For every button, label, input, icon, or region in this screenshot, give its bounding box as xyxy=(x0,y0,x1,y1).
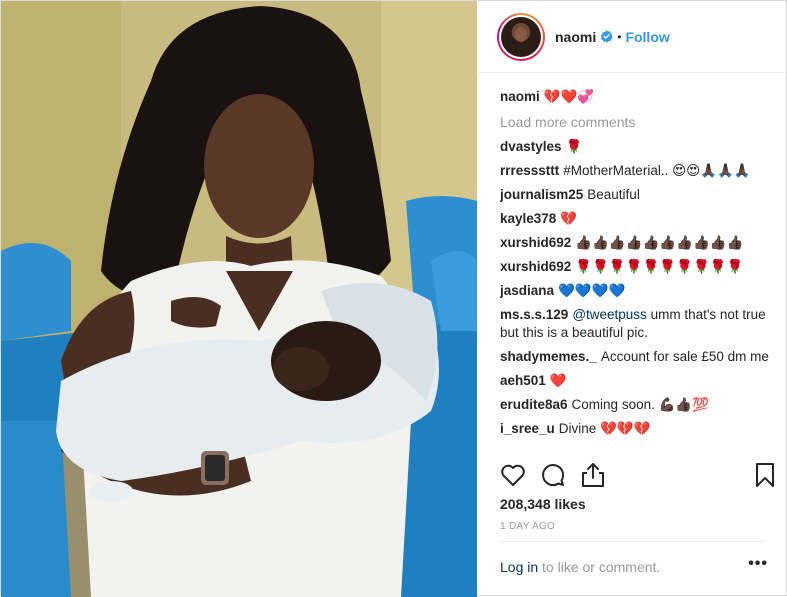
comment-username[interactable]: rrresssttt xyxy=(500,163,559,178)
heart-icon[interactable] xyxy=(499,461,527,489)
comment-username[interactable]: erudite8a6 xyxy=(500,397,568,412)
comment-item: erudite8a6 Coming soon. 💪🏿👍🏿💯 xyxy=(500,396,776,414)
post-caption: naomi 💔❤️💞 xyxy=(500,88,776,106)
post-side-panel: naomi • Follow naomi 💔❤️💞 Load more comme… xyxy=(478,1,787,597)
header-separator: • xyxy=(617,29,622,44)
follow-button[interactable]: Follow xyxy=(625,29,669,45)
avatar-border xyxy=(499,14,543,59)
comment-text: Divine 💔💔💔 xyxy=(558,421,651,436)
login-link[interactable]: Log in xyxy=(500,559,538,575)
more-options-icon[interactable]: ••• xyxy=(748,555,768,573)
comment-text: 💙💙💙💙 xyxy=(558,283,626,298)
comment-icon[interactable] xyxy=(539,461,567,489)
comment-username[interactable]: i_sree_u xyxy=(500,421,555,436)
comment-item: kayle378 💔 xyxy=(500,210,776,228)
comment-item: shadymemes._ Account for sale £50 dm me xyxy=(500,348,776,366)
login-prompt: Log in to like or comment. ••• xyxy=(500,555,768,575)
comment-text: #MotherMaterial.. 😍😍🙏🏿🙏🏿🙏🏿 xyxy=(563,163,751,178)
comment-text: 👍🏿👍🏿👍🏿👍🏿👍🏿👍🏿👍🏿👍🏿👍🏿👍🏿 xyxy=(575,235,744,250)
comment-username[interactable]: kayle378 xyxy=(500,211,556,226)
comment-username[interactable]: ms.s.s.129 xyxy=(500,307,568,322)
load-more-comments-button[interactable]: Load more comments xyxy=(500,114,776,130)
comment-text: 🌹🌹🌹🌹🌹🌹🌹🌹🌹🌹 xyxy=(575,259,744,274)
comment-item: journalism25 Beautiful xyxy=(500,186,776,204)
post-photo[interactable] xyxy=(1,1,477,597)
comment-item: jasdiana 💙💙💙💙 xyxy=(500,282,776,300)
comment-text: Account for sale £50 dm me xyxy=(600,349,769,364)
comment-username[interactable]: shadymemes._ xyxy=(500,349,597,364)
comment-text: Beautiful xyxy=(587,187,640,202)
caption-username[interactable]: naomi xyxy=(500,89,540,104)
comments-section[interactable]: naomi 💔❤️💞 Load more comments dvastyles 🌹 … xyxy=(500,83,776,445)
comment-username[interactable]: aeh501 xyxy=(500,373,546,388)
comment-item: xurshid692 🌹🌹🌹🌹🌹🌹🌹🌹🌹🌹 xyxy=(500,258,776,276)
divider xyxy=(500,541,766,542)
bookmark-icon[interactable] xyxy=(751,461,779,489)
mother-and-baby-photo xyxy=(1,1,477,597)
comment-username[interactable]: xurshid692 xyxy=(500,235,571,250)
comment-item: i_sree_u Divine 💔💔💔 xyxy=(500,420,776,438)
comment-username[interactable]: jasdiana xyxy=(500,283,554,298)
comment-username[interactable]: dvastyles xyxy=(500,139,562,154)
comment-item: xurshid692 👍🏿👍🏿👍🏿👍🏿👍🏿👍🏿👍🏿👍🏿👍🏿👍🏿 xyxy=(500,234,776,252)
share-icon[interactable] xyxy=(579,461,607,489)
header-username[interactable]: naomi xyxy=(555,29,596,45)
instagram-post: naomi • Follow naomi 💔❤️💞 Load more comme… xyxy=(0,0,787,597)
comment-text: Coming soon. 💪🏿👍🏿💯 xyxy=(571,397,710,412)
caption-text: 💔❤️💞 xyxy=(543,89,595,104)
comment-item: rrresssttt #MotherMaterial.. 😍😍🙏🏿🙏🏿🙏🏿 xyxy=(500,162,776,180)
comment-text: 💔 xyxy=(560,211,578,226)
comment-text: ❤️ xyxy=(549,373,567,388)
post-timestamp[interactable]: 1 DAY AGO xyxy=(500,521,555,532)
comment-item: dvastyles 🌹 xyxy=(500,138,776,156)
comment-username[interactable]: xurshid692 xyxy=(500,259,571,274)
likes-count[interactable]: 208,348 likes xyxy=(500,496,586,512)
login-prompt-text: to like or comment. xyxy=(538,559,661,575)
comment-mention[interactable]: @tweetpuss xyxy=(572,307,647,322)
comment-item: ms.s.s.129 @tweetpuss umm that's not true… xyxy=(500,306,776,342)
comment-item: aeh501 ❤️ xyxy=(500,372,776,390)
comment-username[interactable]: journalism25 xyxy=(500,187,583,202)
post-header: naomi • Follow xyxy=(478,1,787,73)
verified-badge-icon xyxy=(600,30,613,43)
avatar[interactable] xyxy=(501,16,541,57)
story-ring[interactable] xyxy=(497,12,545,61)
comment-text: 🌹 xyxy=(565,139,583,154)
action-bar xyxy=(499,461,777,489)
